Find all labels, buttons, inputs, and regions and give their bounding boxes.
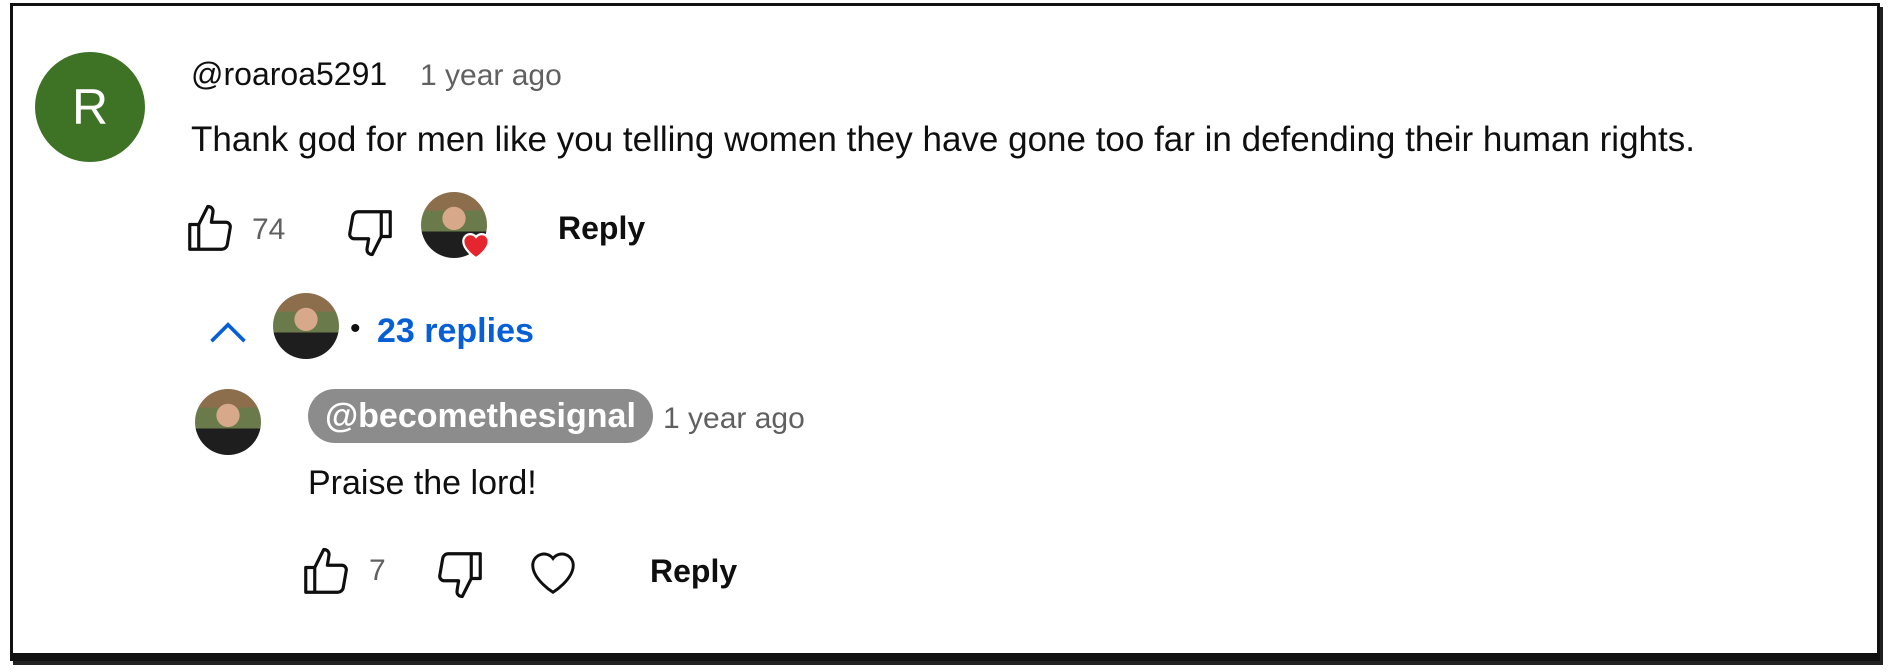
reply-like-count: 7 bbox=[369, 554, 386, 587]
chevron-up-icon[interactable] bbox=[206, 317, 250, 347]
dislike-icon[interactable] bbox=[433, 547, 487, 601]
comment-panel: R @roaroa5291 1 year ago Thank god for m… bbox=[10, 3, 1880, 661]
creator-heart-badge[interactable] bbox=[421, 192, 491, 262]
heart-icon bbox=[462, 232, 490, 260]
toggle-replies-link[interactable]: 23 replies bbox=[377, 312, 534, 351]
replier-avatar[interactable] bbox=[195, 389, 261, 455]
like-icon[interactable] bbox=[183, 202, 237, 256]
reply-timestamp[interactable]: 1 year ago bbox=[663, 402, 805, 436]
creator-handle-chip[interactable]: @becomethesignal bbox=[308, 389, 653, 443]
dislike-icon[interactable] bbox=[343, 205, 397, 259]
heart-icon[interactable] bbox=[526, 546, 580, 598]
comment-timestamp[interactable]: 1 year ago bbox=[420, 59, 562, 93]
commenter-handle[interactable]: @roaroa5291 bbox=[191, 56, 387, 93]
reply-button[interactable]: Reply bbox=[558, 210, 645, 247]
separator-dot: • bbox=[350, 312, 361, 345]
like-count: 74 bbox=[252, 213, 286, 246]
reply-button[interactable]: Reply bbox=[650, 553, 737, 590]
comment-text: Thank god for men like you telling women… bbox=[191, 120, 1695, 159]
creator-avatar-thread bbox=[273, 293, 339, 359]
commenter-avatar[interactable]: R bbox=[35, 52, 145, 162]
like-icon[interactable] bbox=[299, 545, 353, 599]
reply-text: Praise the lord! bbox=[308, 464, 537, 502]
